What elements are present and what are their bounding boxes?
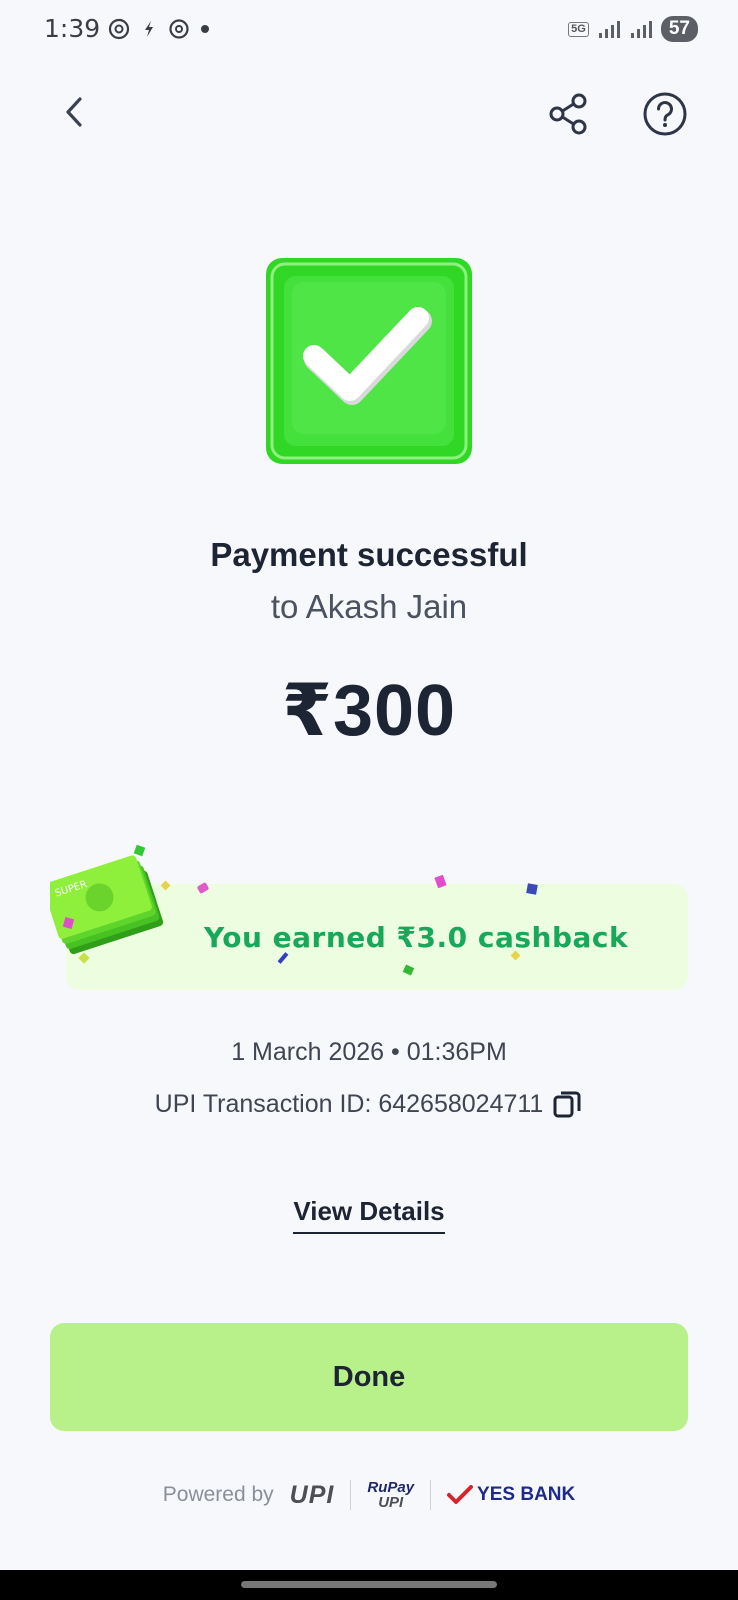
- success-check-icon: [266, 258, 472, 464]
- help-button[interactable]: [641, 90, 689, 138]
- flash-icon: [145, 21, 153, 37]
- status-time: 1:39: [44, 14, 101, 43]
- checkmark-logo-icon: [447, 1485, 474, 1504]
- done-button[interactable]: Done: [50, 1323, 688, 1431]
- battery-indicator: 57: [660, 16, 698, 42]
- money-stack-icon: SUPER: [50, 855, 164, 955]
- transaction-id-row: UPI Transaction ID: 642658024711: [0, 1088, 738, 1120]
- share-button[interactable]: [545, 90, 593, 138]
- chevron-left-icon: [66, 97, 82, 127]
- transaction-id: UPI Transaction ID: 642658024711: [154, 1089, 544, 1118]
- payment-amount: ₹300: [281, 671, 457, 751]
- signal-icon: [598, 21, 620, 38]
- notification-icons: [108, 18, 210, 40]
- view-details-container: View Details: [0, 1196, 738, 1234]
- share-icon: [549, 93, 587, 135]
- yes-bank-logo: YES BANK: [447, 1484, 575, 1506]
- home-gesture-pill[interactable]: [241, 1581, 497, 1588]
- cashback-text: You earned ₹3.0 cashback: [204, 921, 629, 954]
- rupay-upi-logo: RuPay UPI: [367, 1480, 414, 1510]
- dot-icon: [201, 25, 209, 33]
- payment-recipient: to Akash Jain: [270, 588, 468, 625]
- upi-logo: UPI: [289, 1480, 335, 1509]
- rupay-label: RuPay: [367, 1479, 415, 1496]
- at-icon: [108, 18, 130, 40]
- transaction-datetime: 1 March 2026 • 01:36PM: [231, 1038, 507, 1066]
- payment-status-title: Payment successful: [210, 536, 528, 573]
- view-details-link[interactable]: View Details: [293, 1196, 445, 1234]
- bank-name: YES BANK: [477, 1484, 576, 1505]
- rupay-upi-label: UPI: [378, 1494, 404, 1511]
- copy-button[interactable]: [551, 1088, 583, 1120]
- top-bar: [0, 84, 738, 144]
- copy-icon: [553, 1091, 581, 1118]
- footer: Powered by UPI RuPay UPI YES BANK: [0, 1470, 738, 1520]
- status-bar: 1:39 5G 57: [0, 0, 738, 62]
- signal-icon: [630, 21, 652, 38]
- divider: [430, 1480, 432, 1510]
- help-circle-icon: [643, 92, 687, 136]
- back-button[interactable]: [52, 90, 96, 134]
- threads-icon: [169, 19, 189, 39]
- system-icons: 5G 57: [568, 16, 698, 42]
- network-type: 5G: [568, 21, 589, 37]
- confetti-piece: [526, 883, 538, 895]
- divider: [350, 1480, 352, 1510]
- powered-by-label: Powered by: [162, 1483, 274, 1506]
